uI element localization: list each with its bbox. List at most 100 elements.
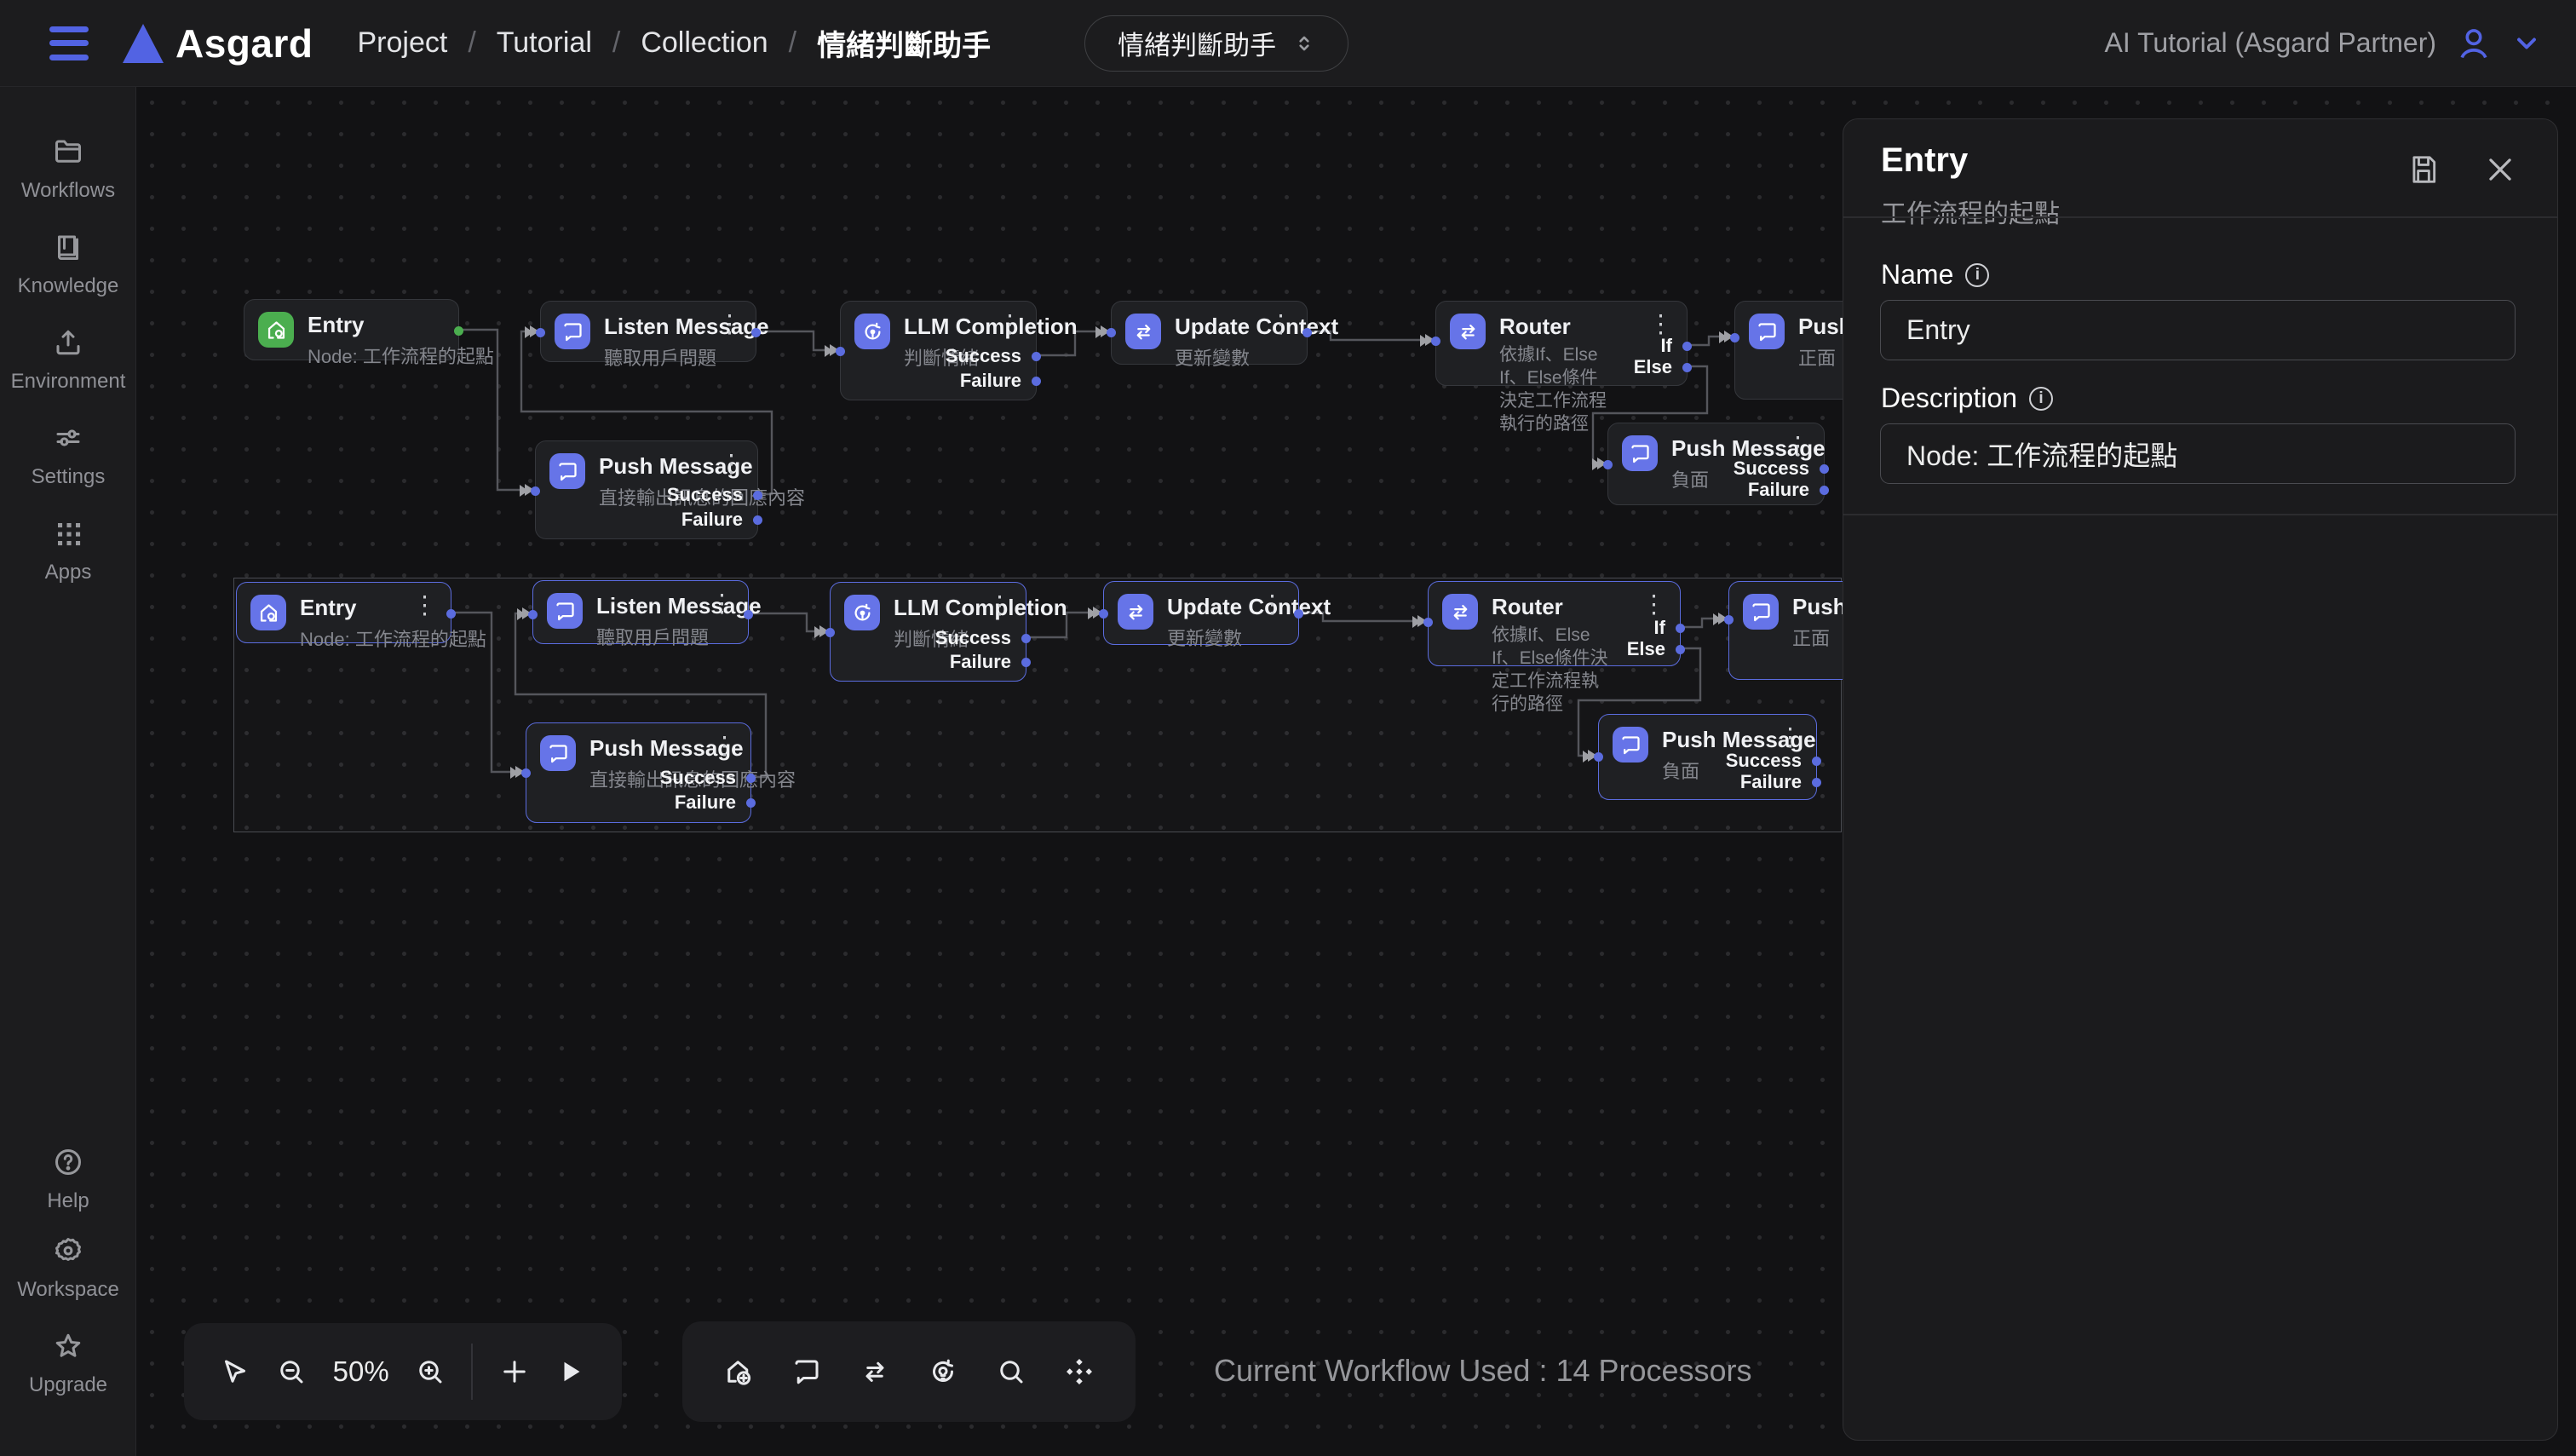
zoom-out-icon[interactable] [276,1356,307,1387]
info-icon[interactable]: i [2029,387,2053,411]
output-port-success[interactable] [1820,464,1829,474]
search-icon[interactable] [996,1356,1026,1387]
cursor-icon[interactable] [220,1356,250,1387]
node-menu-icon[interactable]: ⋮ [412,593,437,619]
workflow-node-listen-2[interactable]: Listen Message聽取用戶問題⋮ [532,580,749,644]
output-port[interactable] [744,610,753,619]
hamburger-menu-icon[interactable] [49,26,89,60]
node-menu-icon[interactable]: ⋮ [712,734,737,759]
input-port[interactable] [825,628,835,637]
breadcrumb-project[interactable]: Project [357,26,447,60]
sidebar-item-knowledge[interactable]: Knowledge [0,232,136,298]
name-input[interactable] [1880,300,2516,360]
input-port[interactable] [836,347,845,356]
node-menu-icon[interactable]: ⋮ [1268,312,1293,337]
output-port-else[interactable] [1676,645,1685,654]
workflow-node-push-welcome-1[interactable]: Push Message直接輸出訊息的回應內容⋮SuccessFailure [535,440,758,539]
output-port-success[interactable] [753,491,762,500]
input-port[interactable] [528,610,538,619]
sidebar-item-help[interactable]: Help [0,1147,136,1213]
workflow-node-llm-1[interactable]: LLM Completion判斷情緒⋮SuccessFailure [840,301,1037,400]
node-menu-icon[interactable]: ⋮ [1648,312,1673,337]
sidebar-item-environment[interactable]: Environment [0,327,136,394]
output-port-if[interactable] [1676,624,1685,633]
sidebar-item-apps[interactable]: Apps [0,518,136,584]
close-icon[interactable] [2484,153,2516,186]
input-port[interactable] [1724,615,1734,624]
workflow-node-update-2[interactable]: Update Context更新變數⋮ [1103,581,1299,645]
zoom-level[interactable]: 50% [333,1355,389,1388]
output-port-failure[interactable] [1820,486,1829,495]
node-menu-icon[interactable]: ⋮ [987,593,1012,619]
output-port[interactable] [1294,609,1303,619]
workflow-node-push-negative-1[interactable]: Push Message負面⋮SuccessFailure [1607,423,1825,505]
input-port[interactable] [1594,752,1603,762]
node-menu-icon[interactable]: ⋮ [710,591,734,617]
breadcrumb-tutorial[interactable]: Tutorial [497,26,592,60]
output-port-if[interactable] [1682,342,1692,351]
idea-cycle-icon[interactable] [928,1356,958,1387]
add-entry-node-icon[interactable] [723,1356,754,1387]
input-port[interactable] [1107,328,1116,337]
input-port[interactable] [1431,337,1440,346]
zoom-in-icon[interactable] [415,1356,446,1387]
swap-icon [1450,314,1486,349]
output-port-failure[interactable] [753,515,762,525]
account-chevron-down-icon[interactable] [2511,28,2542,59]
book-icon [53,232,83,267]
node-menu-icon[interactable]: ⋮ [1778,725,1803,751]
account-label: AI Tutorial (Asgard Partner) [2105,27,2436,59]
input-port[interactable] [1423,618,1433,627]
workflow-selector[interactable]: 情緒判斷助手 [1084,15,1348,72]
output-port-failure[interactable] [1812,778,1821,787]
workflow-node-entry-1[interactable]: EntryNode: 工作流程的起點 [244,299,459,360]
workflow-node-llm-2[interactable]: LLM Completion判斷情緒⋮SuccessFailure [830,582,1026,682]
output-port[interactable] [1302,328,1312,337]
output-port-failure[interactable] [746,798,756,808]
input-port[interactable] [1603,460,1613,469]
output-port-success[interactable] [1812,757,1821,766]
workflow-node-router-2[interactable]: Router依據If、Else If、Else條件決定工作流程執行的路徑⋮IfE… [1428,581,1681,666]
workflow-node-push-welcome-2[interactable]: Push Message直接輸出訊息的回應內容⋮SuccessFailure [526,722,751,823]
sidebar-item-workspace[interactable]: Workspace [0,1235,136,1302]
user-avatar-icon[interactable] [2455,25,2493,62]
input-port[interactable] [521,768,531,778]
workflow-node-listen-1[interactable]: Listen Message聽取用戶問題⋮ [540,301,756,362]
input-port[interactable] [531,486,540,496]
output-port[interactable] [751,328,761,337]
sidebar-item-settings[interactable]: Settings [0,423,136,489]
input-port[interactable] [1099,609,1108,619]
input-arrow-icon [1088,607,1096,619]
output-port-else[interactable] [1682,363,1692,372]
message-node-icon[interactable] [791,1356,822,1387]
workflow-node-push-negative-2[interactable]: Push Message負面⋮SuccessFailure [1598,714,1817,800]
node-menu-icon[interactable]: ⋮ [719,452,744,477]
output-port[interactable] [454,326,463,336]
node-menu-icon[interactable]: ⋮ [717,312,742,337]
output-port-success[interactable] [746,774,756,783]
move-icon[interactable] [1064,1356,1095,1387]
breadcrumb-collection[interactable]: Collection [641,26,768,60]
sidebar-item-workflows[interactable]: Workflows [0,136,136,203]
plus-icon[interactable] [499,1356,530,1387]
node-menu-icon[interactable]: ⋮ [1785,434,1810,459]
output-port-failure[interactable] [1032,377,1041,386]
sidebar-item-upgrade[interactable]: Upgrade [0,1331,136,1397]
workflow-node-update-1[interactable]: Update Context更新變數⋮ [1111,301,1308,365]
output-port[interactable] [446,609,456,619]
workflow-node-entry-2[interactable]: EntryNode: 工作流程的起點⋮ [236,582,451,643]
output-port-failure[interactable] [1021,658,1031,667]
save-icon[interactable] [2407,153,2440,186]
node-menu-icon[interactable]: ⋮ [1260,592,1285,618]
workflow-node-router-1[interactable]: Router依據If、Else If、Else條件決定工作流程執行的路徑⋮IfE… [1435,301,1688,386]
output-port-success[interactable] [1021,634,1031,643]
description-input[interactable] [1880,423,2516,484]
input-port[interactable] [1730,333,1739,342]
output-port-success[interactable] [1032,352,1041,361]
info-icon[interactable]: i [1965,263,1989,287]
swap-node-icon[interactable] [860,1356,890,1387]
input-port[interactable] [536,328,545,337]
node-menu-icon[interactable]: ⋮ [998,312,1022,337]
play-icon[interactable] [555,1356,586,1387]
node-menu-icon[interactable]: ⋮ [1642,592,1666,618]
